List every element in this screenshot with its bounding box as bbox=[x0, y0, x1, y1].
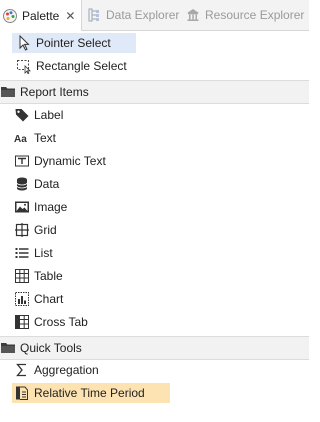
palette-item-aggregation[interactable]: Aggregation bbox=[14, 360, 99, 380]
tab-resource-explorer[interactable]: Resource Explorer bbox=[185, 0, 304, 30]
aggregation-item-text: Aggregation bbox=[34, 363, 99, 377]
rectangle-select-label: Rectangle Select bbox=[36, 59, 127, 73]
view-tab-bar: Palette ✕ Data Explorer Resource Explore… bbox=[0, 0, 309, 31]
pointer-select-tool[interactable]: Pointer Select bbox=[12, 33, 136, 53]
data-explorer-icon bbox=[86, 7, 102, 23]
palette-item-text[interactable]: Aa Text bbox=[14, 128, 56, 148]
chart-item-text: Chart bbox=[34, 292, 64, 306]
relative-time-icon bbox=[14, 385, 30, 401]
palette-item-chart[interactable]: Chart bbox=[14, 289, 63, 309]
tab-data-explorer[interactable]: Data Explorer bbox=[86, 0, 179, 30]
report-items-label: Report Items bbox=[20, 85, 89, 99]
image-item-text: Image bbox=[34, 200, 68, 214]
list-item-text: List bbox=[34, 246, 53, 260]
text-item-text: Text bbox=[34, 131, 57, 145]
tab-data-explorer-label: Data Explorer bbox=[106, 8, 180, 22]
tab-resource-explorer-label: Resource Explorer bbox=[205, 8, 305, 22]
palette-item-cross-tab[interactable]: Cross Tab bbox=[14, 312, 88, 332]
dynamic-text-icon bbox=[14, 153, 30, 169]
close-icon[interactable]: ✕ bbox=[65, 9, 75, 23]
quick-tools-drawer[interactable]: Quick Tools bbox=[0, 336, 309, 360]
palette-item-list[interactable]: List bbox=[14, 243, 53, 263]
pointer-icon bbox=[16, 35, 32, 51]
data-item-text: Data bbox=[34, 177, 60, 191]
cross-tab-item-text: Cross Tab bbox=[34, 315, 88, 329]
text-aa-icon: Aa bbox=[14, 130, 30, 146]
palette-item-data[interactable]: Data bbox=[14, 174, 59, 194]
palette-item-grid[interactable]: Grid bbox=[14, 220, 57, 240]
database-icon bbox=[14, 176, 30, 192]
folder-icon bbox=[0, 84, 16, 100]
tab-palette-label: Palette bbox=[22, 8, 60, 23]
palette-item-relative-time-period[interactable]: Relative Time Period bbox=[12, 383, 170, 403]
table-icon bbox=[14, 268, 30, 284]
label-item-text: Label bbox=[34, 108, 64, 122]
quick-tools-label: Quick Tools bbox=[20, 341, 82, 355]
grid-item-text: Grid bbox=[34, 223, 57, 237]
rectangle-select-tool[interactable]: Rectangle Select bbox=[12, 56, 127, 76]
resource-explorer-icon bbox=[185, 7, 201, 23]
sigma-icon bbox=[14, 362, 30, 378]
relative-time-period-item-text: Relative Time Period bbox=[34, 386, 145, 400]
palette-item-label[interactable]: Label bbox=[14, 105, 63, 125]
palette-item-image[interactable]: Image bbox=[14, 197, 67, 217]
crosstab-icon bbox=[14, 314, 30, 330]
report-items-drawer[interactable]: Report Items bbox=[0, 80, 309, 104]
image-icon bbox=[14, 199, 30, 215]
tab-palette[interactable]: Palette ✕ bbox=[0, 0, 83, 31]
rectangle-select-icon bbox=[16, 58, 32, 74]
chart-icon bbox=[14, 291, 30, 307]
palette-icon bbox=[2, 8, 18, 24]
dynamic-text-item-text: Dynamic Text bbox=[34, 154, 106, 168]
pointer-select-label: Pointer Select bbox=[36, 36, 111, 50]
grid-icon bbox=[14, 222, 30, 238]
palette-item-table[interactable]: Table bbox=[14, 266, 63, 286]
folder-icon bbox=[0, 340, 16, 356]
palette-item-dynamic-text[interactable]: Dynamic Text bbox=[14, 151, 106, 171]
table-item-text: Table bbox=[34, 269, 63, 283]
svg-text:Aa: Aa bbox=[14, 134, 27, 145]
list-icon bbox=[14, 245, 30, 261]
tag-icon bbox=[14, 107, 30, 123]
